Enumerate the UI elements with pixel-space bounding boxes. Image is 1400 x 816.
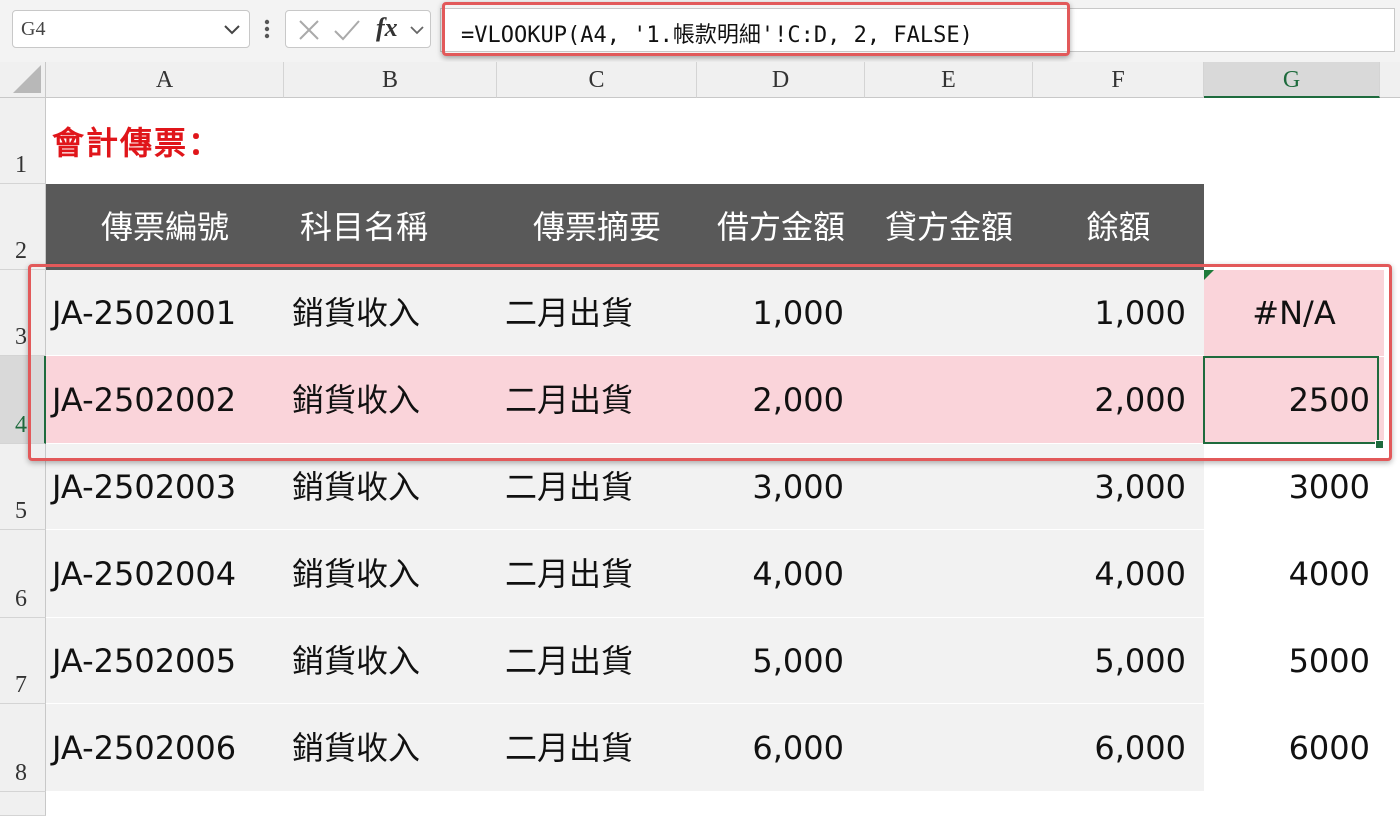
column-header-c[interactable]: C [497, 62, 697, 98]
cell-summary[interactable]: 二月出貨 [505, 705, 633, 791]
cell-lookup[interactable]: #N/A [1204, 270, 1384, 356]
formula-input[interactable]: =VLOOKUP(A4, '1.帳款明細'!C:D, 2, FALSE) [440, 8, 1395, 52]
cell-voucher-no[interactable]: JA-2502003 [52, 444, 236, 530]
header-voucher-no: 傳票編號 [100, 208, 229, 246]
cell-debit[interactable]: 6,000 [697, 705, 844, 791]
row-header-8[interactable]: 8 [0, 704, 46, 792]
row-number: 2 [15, 238, 27, 264]
row-header-4[interactable]: 4 [0, 356, 46, 444]
cell-voucher-no[interactable]: JA-2502002 [52, 357, 236, 443]
cell-balance[interactable]: 6,000 [1033, 705, 1186, 791]
cell-balance[interactable]: 5,000 [1033, 618, 1186, 704]
name-box-value: G4 [21, 18, 46, 40]
row-header-5[interactable]: 5 [0, 444, 46, 530]
cell-credit[interactable] [865, 357, 1015, 443]
error-indicator-icon [1204, 270, 1214, 280]
cell-summary[interactable]: 二月出貨 [505, 444, 633, 530]
cell-summary[interactable]: 二月出貨 [505, 618, 633, 704]
row-number: 1 [15, 152, 27, 178]
cell-debit[interactable]: 1,000 [697, 270, 844, 356]
row-number: 8 [15, 760, 27, 786]
formula-actions: fx [285, 10, 431, 48]
row-header-2[interactable]: 2 [0, 184, 46, 270]
row-header-7[interactable]: 7 [0, 618, 46, 704]
row-number: 6 [15, 586, 27, 612]
cell-credit[interactable] [865, 705, 1015, 791]
header-debit: 借方金額 [716, 208, 845, 246]
cell-account[interactable]: 銷貨收入 [292, 705, 420, 791]
cell-credit[interactable] [865, 618, 1015, 704]
cell-voucher-no[interactable]: JA-2502004 [52, 531, 236, 617]
cell-account[interactable]: 銷貨收入 [292, 270, 420, 356]
select-all-icon [13, 65, 41, 93]
fill-handle[interactable] [1375, 440, 1384, 449]
cell-voucher-no[interactable]: JA-2502006 [52, 705, 236, 791]
cell-lookup-active[interactable]: 2500 [1204, 357, 1384, 443]
header-account-name: 科目名稱 [299, 208, 428, 246]
column-header-a[interactable]: A [46, 62, 284, 98]
formula-text: =VLOOKUP(A4, '1.帳款明細'!C:D, 2, FALSE) [461, 23, 973, 48]
cell-lookup[interactable]: 5000 [1204, 618, 1384, 704]
insert-function-button[interactable]: fx [376, 13, 398, 43]
header-balance: 餘額 [1086, 208, 1151, 246]
column-header-next[interactable] [1380, 62, 1400, 98]
name-box[interactable]: G4 [12, 10, 250, 48]
cell-debit[interactable]: 5,000 [697, 618, 844, 704]
column-header-g[interactable]: G [1204, 62, 1380, 98]
row-header-3[interactable]: 3 [0, 270, 46, 356]
cell-voucher-no[interactable]: JA-2502001 [52, 270, 236, 356]
select-all-button[interactable] [0, 62, 46, 98]
cancel-icon[interactable] [296, 16, 322, 44]
cell-credit[interactable] [865, 270, 1015, 356]
cell-debit[interactable]: 2,000 [697, 357, 844, 443]
column-header-e[interactable]: E [865, 62, 1033, 98]
row-number: 5 [15, 498, 27, 524]
chevron-down-icon[interactable] [221, 15, 243, 43]
cell-credit[interactable] [865, 444, 1015, 530]
header-credit: 貸方金額 [884, 208, 1013, 246]
cell-balance[interactable]: 3,000 [1033, 444, 1186, 530]
row-header-6[interactable]: 6 [0, 530, 46, 618]
cell-balance[interactable]: 4,000 [1033, 531, 1186, 617]
row-number: 4 [15, 412, 27, 438]
cell-summary[interactable]: 二月出貨 [505, 531, 633, 617]
cell-summary[interactable]: 二月出貨 [505, 270, 633, 356]
row-header-1[interactable]: 1 [0, 98, 46, 184]
cell-account[interactable]: 銷貨收入 [292, 531, 420, 617]
cell-lookup[interactable]: 6000 [1204, 705, 1384, 791]
more-options-icon[interactable] [259, 14, 275, 44]
cell-lookup[interactable]: 4000 [1204, 531, 1384, 617]
column-header-f[interactable]: F [1033, 62, 1204, 98]
sheet-title: 會計傳票： [52, 124, 223, 162]
cell-debit[interactable]: 4,000 [697, 531, 844, 617]
cell-account[interactable]: 銷貨收入 [292, 444, 420, 530]
cell-lookup[interactable]: 3000 [1204, 444, 1384, 530]
cell-credit[interactable] [865, 531, 1015, 617]
formula-bar: G4 fx =VLOOKUP(A4, '1.帳款明細'!C:D, 2, FALS… [0, 0, 1400, 62]
confirm-icon[interactable] [332, 16, 362, 44]
row-header-9[interactable] [0, 792, 46, 816]
row-number: 7 [15, 672, 27, 698]
cell-voucher-no[interactable]: JA-2502005 [52, 618, 236, 704]
cell-balance[interactable]: 2,000 [1033, 357, 1186, 443]
chevron-down-icon[interactable] [408, 16, 426, 44]
cell-summary[interactable]: 二月出貨 [505, 357, 633, 443]
cell-account[interactable]: 銷貨收入 [292, 618, 420, 704]
cell-debit[interactable]: 3,000 [697, 444, 844, 530]
cell-account[interactable]: 銷貨收入 [292, 357, 420, 443]
column-header-d[interactable]: D [697, 62, 865, 98]
row-number: 3 [15, 324, 27, 350]
column-header-b[interactable]: B [284, 62, 497, 98]
header-summary: 傳票摘要 [532, 208, 661, 246]
cell-balance[interactable]: 1,000 [1033, 270, 1186, 356]
